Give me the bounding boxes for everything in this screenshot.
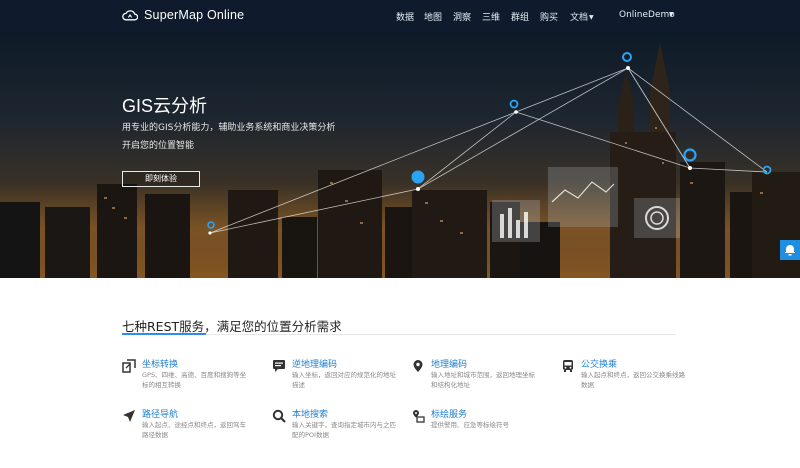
nav-item-3d[interactable]: 三维 (482, 10, 500, 23)
service-name[interactable]: 路径导航 (142, 407, 178, 420)
user-menu-chevron-down-icon[interactable]: ▼ (668, 10, 674, 20)
service-description: 提供警用、应急等标绘符号 (431, 421, 509, 429)
navigation-arrow-icon (123, 410, 135, 422)
service-description: 输入起点、途经点和终点，返回驾车路径数据 (142, 421, 246, 439)
search-icon (272, 409, 286, 423)
cloud-logo-icon (122, 10, 138, 21)
hero-banner: GIS云分析 用专业的GIS分析能力，辅助业务系统和商业决策分析 开启您的位置智… (0, 32, 800, 278)
user-menu[interactable]: OnlineDemo (619, 10, 675, 20)
coordinate-transform-icon (122, 359, 136, 373)
service-name[interactable]: 本地搜索 (292, 407, 328, 420)
top-navbar: SuperMap Online 数据 地图 洞察 三维 群组 购买 文档▼ On… (0, 0, 800, 32)
plotting-icon (413, 410, 425, 423)
nav-item-buy[interactable]: 购买 (540, 10, 558, 23)
section-title-underline (122, 333, 206, 335)
reverse-geocode-icon (273, 360, 285, 372)
chevron-down-icon: ▼ (589, 14, 594, 21)
hero-subtitle: 用专业的GIS分析能力，辅助业务系统和商业决策分析 (122, 123, 336, 133)
try-now-button[interactable]: 即刻体验 (122, 171, 200, 187)
nav-item-docs[interactable]: 文档▼ (570, 10, 594, 23)
map-pin-icon (622, 52, 632, 70)
geocode-pin-icon (413, 360, 423, 372)
service-name[interactable]: 标绘服务 (431, 407, 467, 420)
brand-logo[interactable]: SuperMap Online (122, 8, 244, 22)
service-name[interactable]: 公交换乘 (581, 357, 617, 370)
nav-item-insight[interactable]: 洞察 (453, 10, 471, 23)
service-name[interactable]: 坐标转换 (142, 357, 178, 370)
service-description: 输入坐标，返回对应的规范化的地址描述 (292, 371, 396, 389)
service-name[interactable]: 地理编码 (431, 357, 467, 370)
hero-tagline: 开启您的位置智能 (122, 141, 195, 151)
service-name[interactable]: 逆地理编码 (292, 357, 337, 370)
service-description: 输入起点和终点，返回公交换乘线路数据 (581, 371, 685, 389)
bus-icon (563, 360, 573, 372)
brand-name: SuperMap Online (144, 8, 245, 22)
service-description: 输入地址和城市范围，返回地理坐标和结构化地址 (431, 371, 535, 389)
nav-item-groups[interactable]: 群组 (511, 10, 529, 23)
map-pin-icon (509, 99, 519, 114)
city-skyline-illustration (0, 42, 800, 278)
customer-service-button[interactable] (780, 240, 800, 260)
hero-title: GIS云分析 (122, 96, 208, 116)
nav-item-map[interactable]: 地图 (424, 10, 442, 23)
nav-item-data[interactable]: 数据 (396, 10, 414, 23)
service-description: 输入关键字，查询指定城市内与之匹配的POI数据 (292, 421, 396, 439)
service-description: GPS、四维、高德、百度和搜狗等坐标的相互转换 (142, 371, 247, 389)
docs-label: 文档 (570, 13, 589, 23)
chat-bubble-icon (785, 245, 795, 256)
